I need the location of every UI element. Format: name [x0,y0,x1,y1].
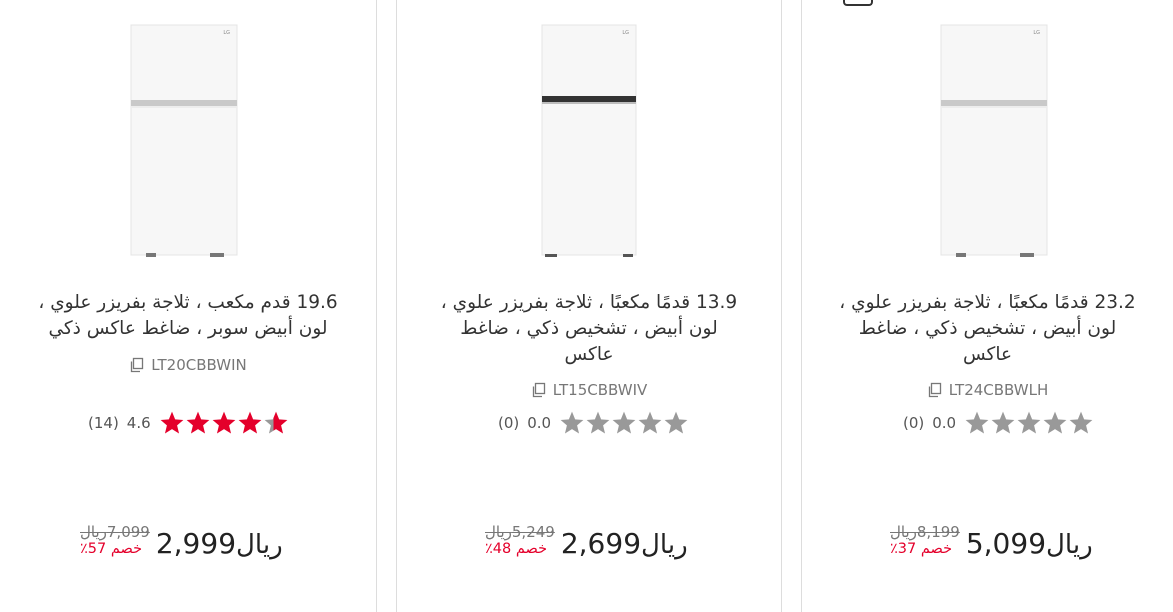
old-price-group: 7,099ريال خصم 57٪ [80,524,150,558]
current-price: ريال2,999 [156,526,287,563]
sku-text: LT24CBBWLH [948,381,1049,399]
discount-label: خصم 48٪ [485,541,548,557]
price-value: 2,999 [155,527,237,560]
star-icon [991,411,1015,434]
rating-value: 0.0 [932,414,957,432]
star-icon [638,411,662,434]
product-rating[interactable]: (0) 0.0 [903,410,1094,436]
star-icon [664,411,688,434]
product-title-line: عاكس [962,344,1013,365]
svg-text:LG: LG [1033,30,1040,36]
svg-text:LG: LG [223,30,230,36]
price-box: 8,199ريال خصم 37٪ ريال5,099 [890,524,1097,563]
old-price: 8,199ريال [890,524,960,540]
product-title[interactable]: 13.9 قدمًا مكعبًا ، ثلاجة بفريزر علوي ، … [397,290,781,368]
star-icon [238,411,262,434]
old-price-value: 5,249 [511,523,555,541]
price-box: 5,249ريال خصم 48٪ ريال2,699 [485,524,692,563]
copy-icon[interactable] [129,357,145,373]
price-value: 5,099 [965,527,1047,560]
current-price: ريال2,699 [561,526,692,563]
sku-text: LT20CBBWIN [151,356,247,374]
discount-label: خصم 37٪ [890,541,953,557]
price-value: 2,699 [560,527,642,560]
product-title-line: لون أبيض سوبر ، ضاغط عاكس ذكي [48,318,328,339]
star-icon [212,411,236,434]
old-price-group: 8,199ريال خصم 37٪ [890,524,960,558]
product-image[interactable]: LG [940,24,1048,258]
product-title-line: 19.6 قدم مكعب ، ثلاجة بفريزر علوي ، [38,292,338,313]
old-price-currency: ريال [890,523,917,541]
product-card[interactable]: LG 19.6 قدم مكعب ، ثلاجة بفريزر علوي ، ل… [0,0,376,612]
old-price-currency: ريال [485,523,512,541]
star-icon [965,411,989,434]
star-icon [1043,411,1067,434]
card-divider [376,0,377,612]
currency-label: ريال [236,530,283,560]
star-icon [1017,411,1041,434]
old-price: 7,099ريال [80,524,150,540]
product-card[interactable]: LG 23.2 قدمًا مكعبًا ، ثلاجة بفريزر علوي… [802,0,1173,612]
sku-text: LT15CBBWIV [552,381,648,399]
old-price-value: 8,199 [916,523,960,541]
star-icon [586,411,610,434]
review-count: (0) [498,414,520,432]
old-price-value: 7,099 [106,523,150,541]
currency-label: ريال [1046,530,1093,560]
review-count: (0) [903,414,925,432]
product-rating[interactable]: (0) 0.0 [498,410,689,436]
product-title-line: عاكس [564,344,614,365]
star-icon [186,411,210,434]
price-box: 7,099ريال خصم 57٪ ريال2,999 [80,524,287,563]
product-image[interactable]: LG [130,24,238,258]
old-price-currency: ريال [80,523,107,541]
product-card[interactable]: LG 13.9 قدمًا مكعبًا ، ثلاجة بفريزر علوي… [397,0,781,612]
current-price: ريال5,099 [966,526,1097,563]
star-icon [160,411,184,434]
rating-value: 4.6 [126,414,151,432]
rating-value: 0.0 [527,414,552,432]
product-sku[interactable]: LT20CBBWIN [0,356,376,374]
product-sku[interactable]: LT24CBBWLH [802,381,1173,399]
product-title[interactable]: 23.2 قدمًا مكعبًا ، ثلاجة بفريزر علوي ، … [802,290,1173,368]
star-rating [559,410,689,436]
svg-text:LG: LG [622,30,629,36]
star-icon [1069,411,1093,434]
product-sku[interactable]: LT15CBBWIV [397,381,781,399]
product-title-line: لون أبيض ، تشخيص ذكي ، ضاغط [460,318,718,339]
product-title-line: لون أبيض ، تشخيص ذكي ، ضاغط [858,318,1117,339]
product-title[interactable]: 19.6 قدم مكعب ، ثلاجة بفريزر علوي ، لون … [0,290,376,342]
product-rating[interactable]: (14) 4.6 [88,410,289,436]
product-image[interactable]: LG [541,24,637,258]
star-icon [264,411,288,434]
product-title-line: 23.2 قدمًا مكعبًا ، ثلاجة بفريزر علوي ، [839,292,1136,313]
product-title-line: 13.9 قدمًا مكعبًا ، ثلاجة بفريزر علوي ، [440,292,738,313]
review-count: (14) [88,414,119,432]
copy-icon[interactable] [531,382,547,398]
star-rating [964,410,1094,436]
currency-label: ريال [641,530,688,560]
star-rating [159,410,289,436]
discount-label: خصم 57٪ [80,541,143,557]
star-icon [560,411,584,434]
card-divider [781,0,782,612]
star-icon [612,411,636,434]
old-price: 5,249ريال [485,524,555,540]
old-price-group: 5,249ريال خصم 48٪ [485,524,555,558]
copy-icon[interactable] [927,382,943,398]
